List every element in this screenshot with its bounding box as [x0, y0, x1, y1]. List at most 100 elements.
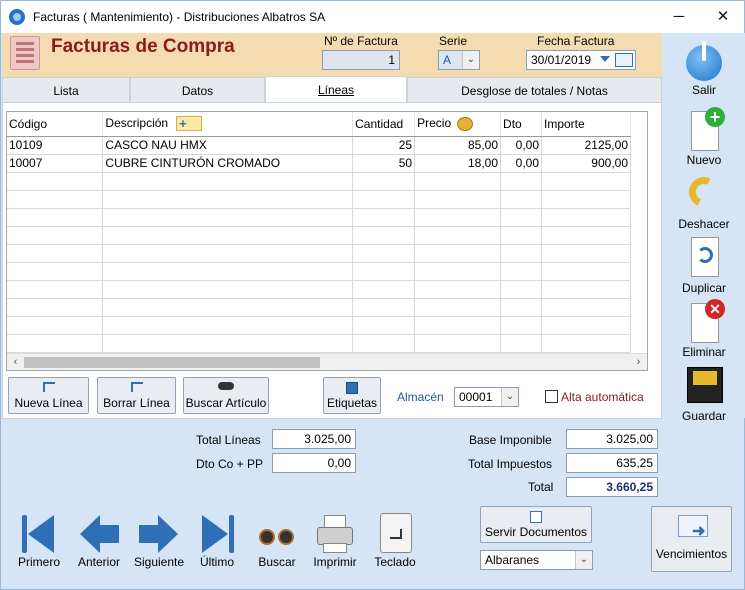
document-type-select[interactable]: Albaranes ⌄: [480, 550, 593, 570]
tab-lista[interactable]: Lista: [2, 77, 130, 103]
table-cell[interactable]: [541, 298, 631, 317]
table-cell[interactable]: [7, 262, 104, 281]
table-cell[interactable]: [414, 334, 502, 353]
table-row-empty[interactable]: [7, 208, 631, 227]
tab-desglose[interactable]: Desglose de totales / Notas: [407, 77, 662, 103]
lines-grid[interactable]: Código Descripción + Cantidad Precio Dto …: [6, 111, 648, 371]
series-select[interactable]: A ⌄: [438, 50, 480, 70]
table-cell[interactable]: [102, 334, 354, 353]
print-button[interactable]: Imprimir: [309, 513, 361, 569]
table-cell[interactable]: [7, 226, 104, 245]
table-cell[interactable]: 50: [352, 154, 416, 173]
tab-datos[interactable]: Datos: [130, 77, 265, 103]
table-cell[interactable]: [352, 226, 416, 245]
table-row[interactable]: 10109 CASCO NAU HMX 25 85,00 0,00 2125,00: [7, 136, 631, 155]
save-button[interactable]: Guardar: [663, 363, 745, 423]
tab-lineas[interactable]: Líneas: [265, 76, 407, 103]
table-cell[interactable]: [7, 334, 104, 353]
table-cell[interactable]: [500, 172, 542, 191]
table-cell[interactable]: [102, 280, 354, 299]
delete-button[interactable]: ✕ Eliminar: [663, 299, 745, 359]
table-cell[interactable]: [414, 298, 502, 317]
table-cell[interactable]: [352, 298, 416, 317]
table-cell[interactable]: [7, 190, 104, 209]
table-cell[interactable]: [7, 316, 104, 335]
col-dto[interactable]: Dto: [500, 112, 542, 137]
table-cell[interactable]: [352, 244, 416, 263]
table-cell[interactable]: [7, 298, 104, 317]
table-cell[interactable]: CASCO NAU HMX: [102, 136, 354, 155]
table-cell[interactable]: [414, 190, 502, 209]
table-cell[interactable]: [414, 172, 502, 191]
due-dates-button[interactable]: ➜ Vencimientos: [651, 506, 732, 572]
table-row-empty[interactable]: [7, 190, 631, 209]
table-cell[interactable]: [500, 262, 542, 281]
table-row-empty[interactable]: [7, 262, 631, 281]
table-cell[interactable]: [102, 298, 354, 317]
previous-button[interactable]: Anterior: [75, 513, 123, 569]
table-cell[interactable]: [414, 280, 502, 299]
table-cell[interactable]: [102, 316, 354, 335]
new-line-button[interactable]: Nueva Línea: [8, 377, 89, 414]
table-cell[interactable]: 0,00: [500, 154, 542, 173]
table-cell[interactable]: [541, 190, 631, 209]
horizontal-scrollbar[interactable]: ‹ ›: [7, 353, 647, 370]
table-cell[interactable]: [352, 280, 416, 299]
find-item-button[interactable]: Buscar Artículo: [183, 377, 269, 414]
table-cell[interactable]: 10109: [7, 136, 104, 155]
col-descripcion[interactable]: Descripción +: [102, 112, 354, 137]
table-cell[interactable]: [7, 244, 104, 263]
table-cell[interactable]: [352, 262, 416, 281]
table-row-empty[interactable]: [7, 280, 631, 299]
minimize-button[interactable]: ─: [665, 5, 693, 29]
table-cell[interactable]: [414, 244, 502, 263]
table-row-empty[interactable]: [7, 226, 631, 245]
table-cell[interactable]: [7, 280, 104, 299]
table-cell[interactable]: [541, 280, 631, 299]
table-cell[interactable]: [352, 208, 416, 227]
table-row-empty[interactable]: [7, 298, 631, 317]
table-cell[interactable]: [500, 208, 542, 227]
table-cell[interactable]: [414, 226, 502, 245]
col-cantidad[interactable]: Cantidad: [352, 112, 416, 137]
table-cell[interactable]: [500, 298, 542, 317]
warehouse-select[interactable]: 00001 ⌄: [454, 387, 519, 407]
table-row-empty[interactable]: [7, 334, 631, 353]
table-cell[interactable]: [541, 316, 631, 335]
table-row-empty[interactable]: [7, 172, 631, 191]
calendar-icon[interactable]: [615, 53, 633, 67]
table-cell[interactable]: [102, 190, 354, 209]
table-cell[interactable]: [352, 316, 416, 335]
table-row[interactable]: 10007 CUBRE CINTURÓN CROMADO 50 18,00 0,00 90…: [7, 154, 631, 173]
table-cell[interactable]: [102, 208, 354, 227]
table-cell[interactable]: 85,00: [414, 136, 502, 155]
table-row-empty[interactable]: [7, 244, 631, 263]
first-button[interactable]: Primero: [15, 513, 63, 569]
labels-button[interactable]: Etiquetas: [323, 377, 381, 414]
serve-documents-button[interactable]: Servir Documentos: [480, 506, 592, 543]
auto-add-checkbox[interactable]: [545, 390, 558, 403]
table-cell[interactable]: [352, 334, 416, 353]
table-cell[interactable]: [102, 172, 354, 191]
table-cell[interactable]: [102, 226, 354, 245]
table-cell[interactable]: 0,00: [500, 136, 542, 155]
search-button[interactable]: Buscar: [253, 513, 301, 569]
table-cell[interactable]: 10007: [7, 154, 104, 173]
table-cell[interactable]: CUBRE CINTURÓN CROMADO: [102, 154, 354, 173]
table-cell[interactable]: [500, 226, 542, 245]
table-cell[interactable]: [102, 262, 354, 281]
table-cell[interactable]: [102, 244, 354, 263]
table-cell[interactable]: 900,00: [541, 154, 631, 173]
table-cell[interactable]: [541, 262, 631, 281]
invoice-number-field[interactable]: 1: [322, 50, 400, 70]
table-cell[interactable]: [541, 208, 631, 227]
date-field[interactable]: 30/01/2019: [526, 50, 636, 70]
table-cell[interactable]: [414, 208, 502, 227]
table-cell[interactable]: [500, 244, 542, 263]
keyboard-button[interactable]: Teclado: [369, 513, 421, 569]
table-cell[interactable]: 25: [352, 136, 416, 155]
table-cell[interactable]: [352, 190, 416, 209]
col-importe[interactable]: Importe: [541, 112, 631, 137]
scroll-right-icon[interactable]: ›: [630, 354, 647, 370]
table-cell[interactable]: [500, 334, 542, 353]
